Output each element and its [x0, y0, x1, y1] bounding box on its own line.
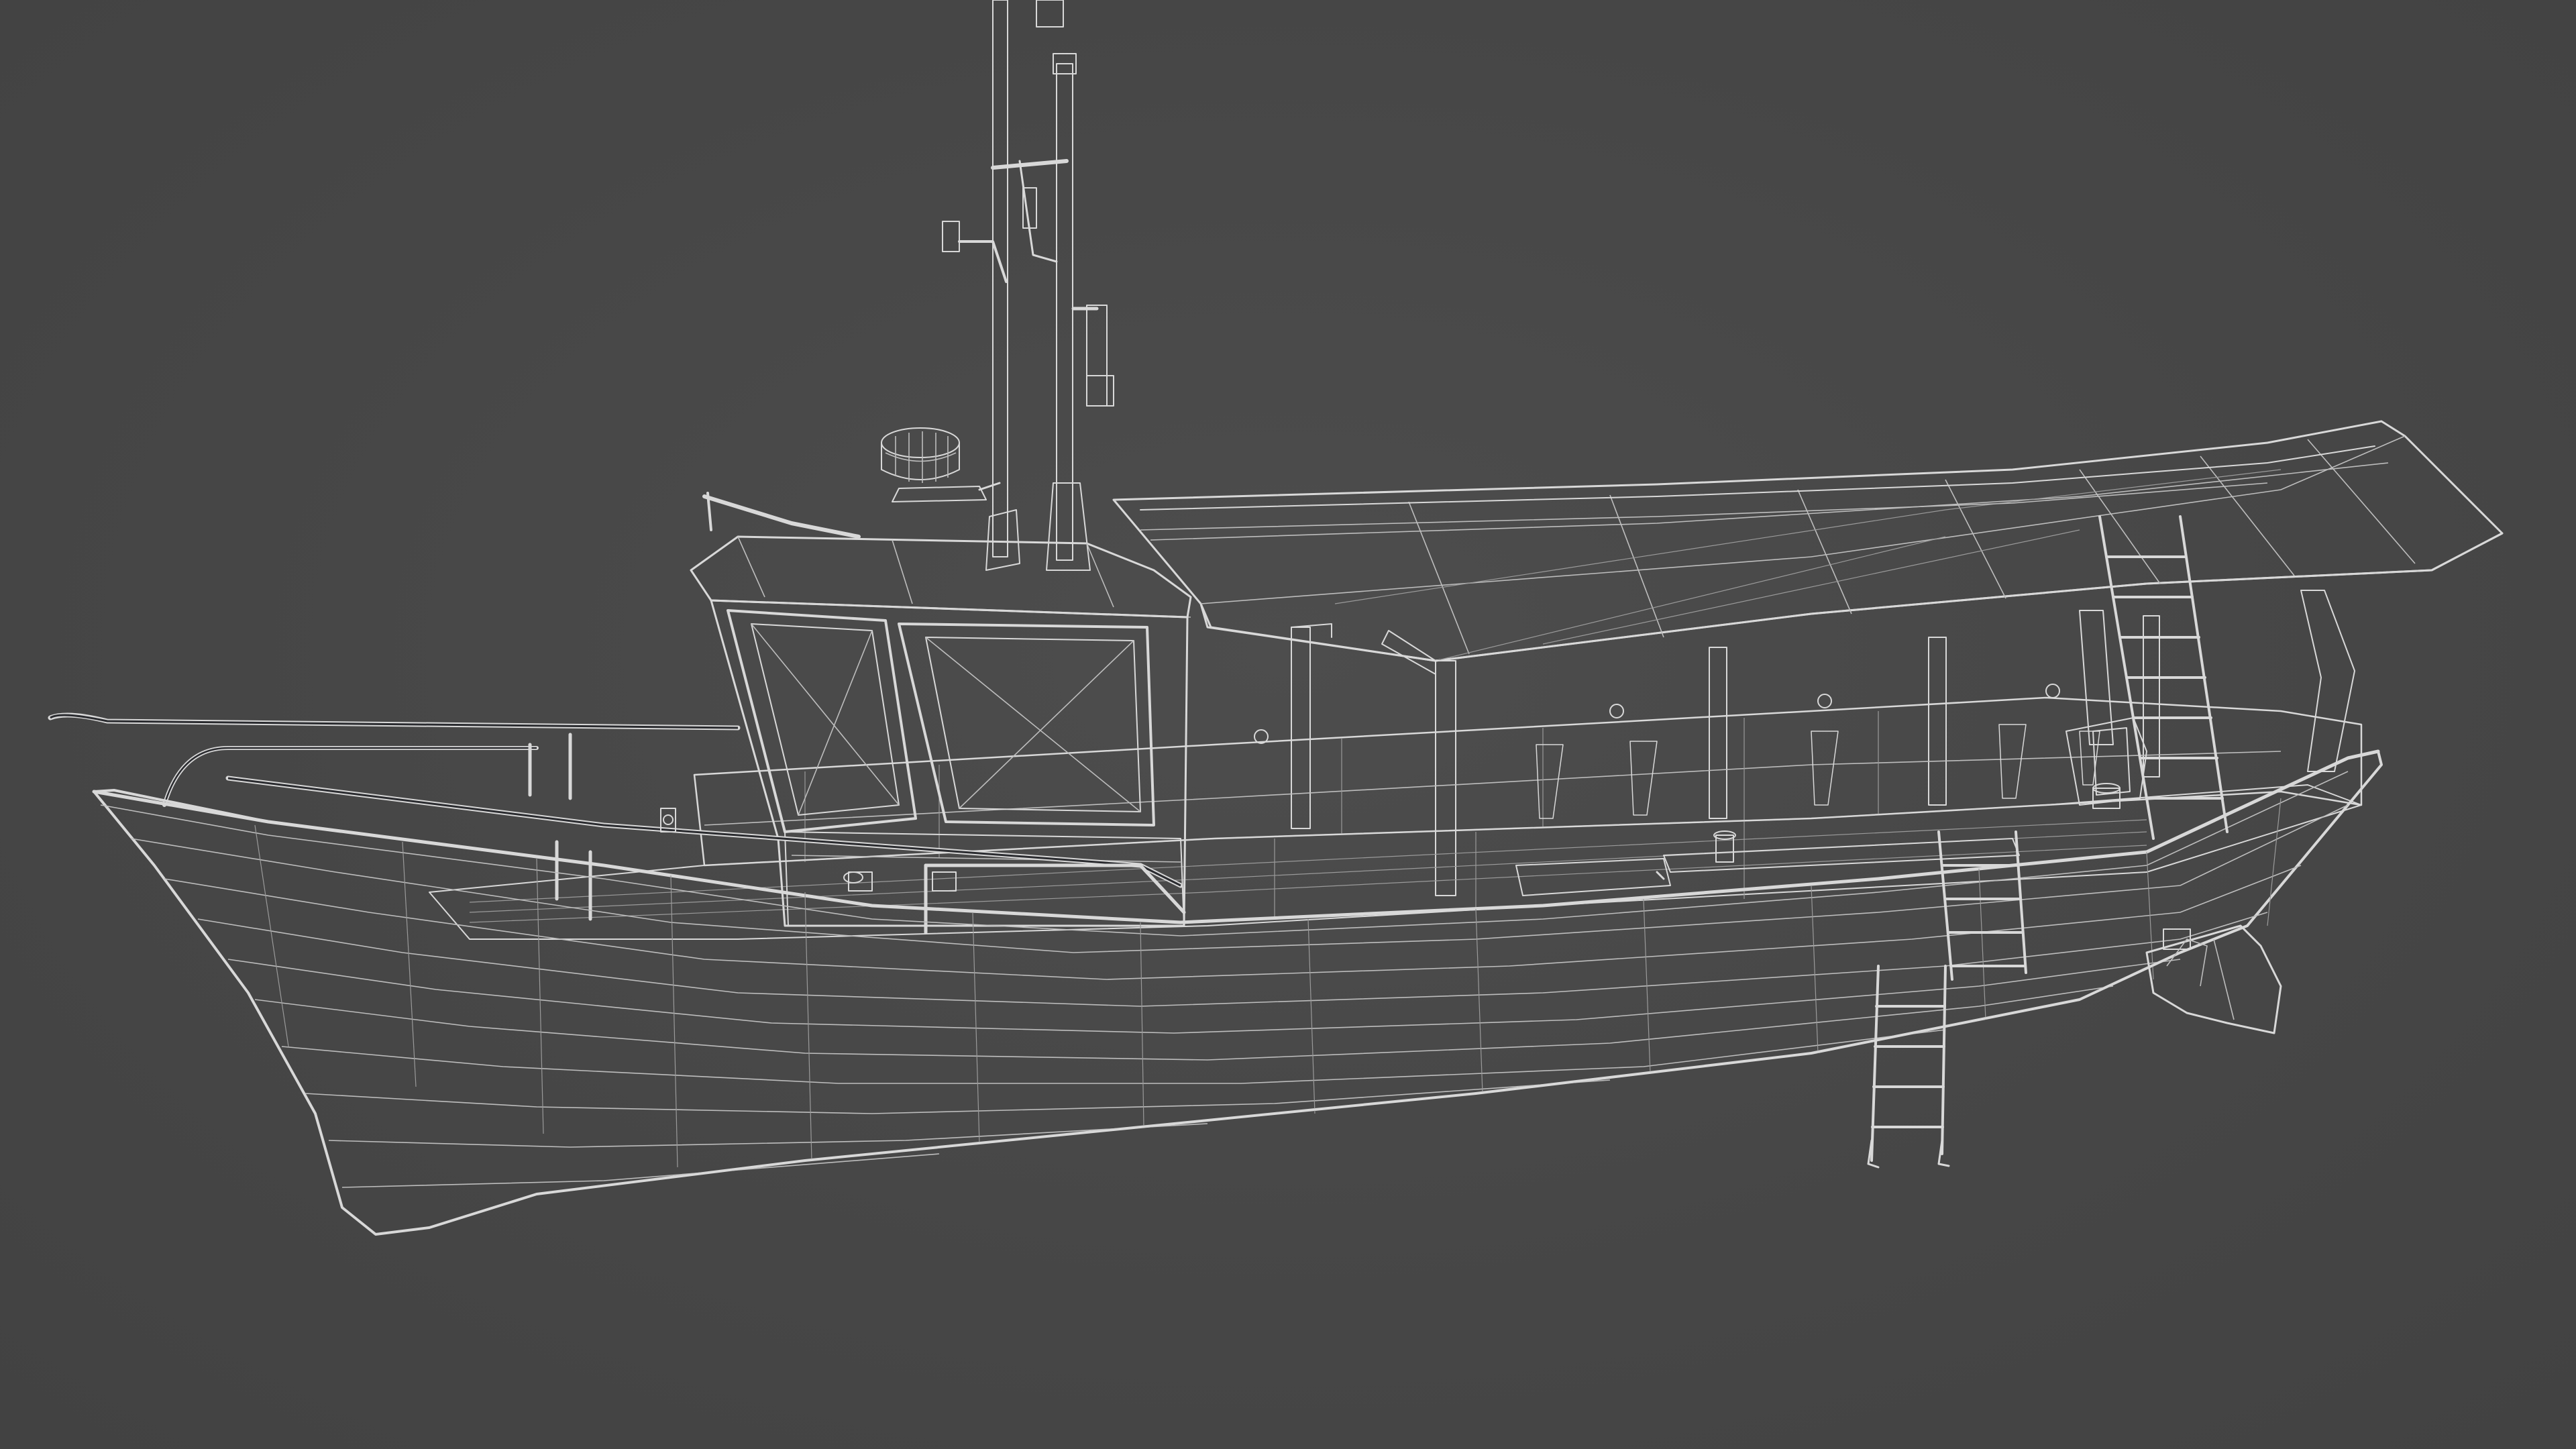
radar-dome	[881, 427, 1001, 502]
hull	[92, 749, 2383, 1236]
boarding-ladders	[1867, 515, 2229, 1169]
deck	[429, 784, 2362, 940]
masts	[942, 0, 1114, 571]
3d-viewport[interactable]	[0, 0, 2576, 1449]
stern-rudder	[2145, 924, 2282, 1034]
boat-model	[48, 0, 2504, 1236]
wheelhouse	[690, 492, 1192, 927]
